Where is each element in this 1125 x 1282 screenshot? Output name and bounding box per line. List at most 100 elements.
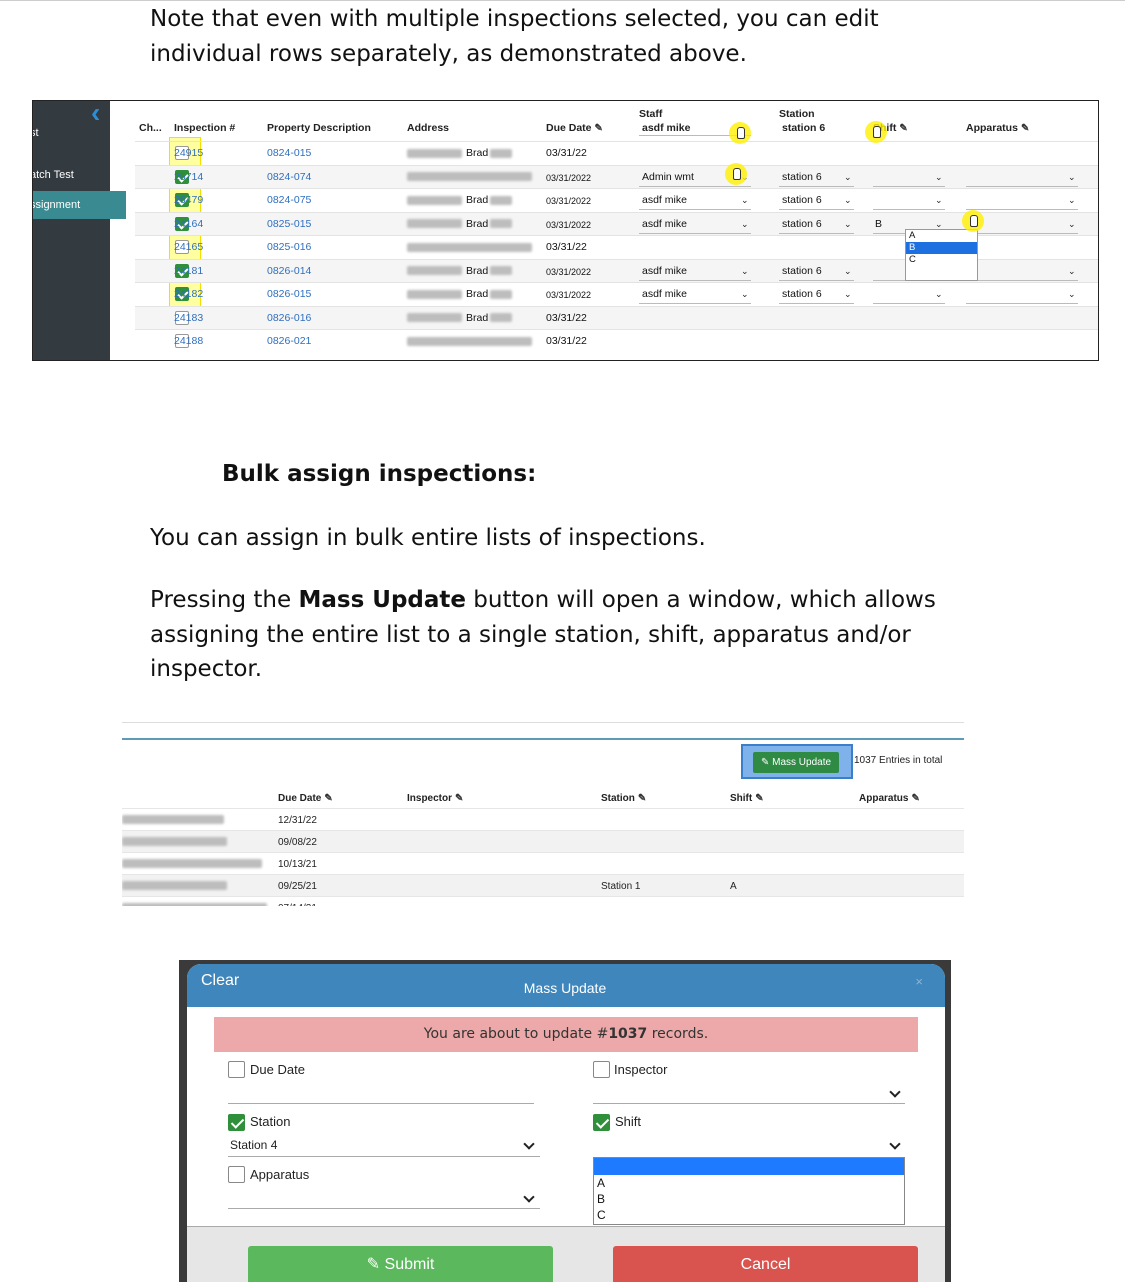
chevron-down-icon[interactable]: ⌄ [1068,266,1076,277]
chevron-down-icon[interactable] [889,1138,901,1150]
apparatus-select[interactable] [966,209,1078,210]
col-header-address[interactable]: Address [407,122,449,134]
station-select-value[interactable]: Station 4 [230,1138,277,1152]
property-description-link[interactable]: 0826-021 [267,335,311,347]
col-header-apparatus[interactable]: Apparatus ✎ [966,122,1029,134]
table-row[interactable]: 25714 0824-074 03/31/2022 Admin wmt ⌄ station… [135,164,1098,188]
property-description-link[interactable]: 0824-074 [267,171,311,183]
station-select[interactable] [779,279,854,281]
apparatus-checkbox[interactable] [228,1166,245,1183]
staff-select[interactable] [639,209,751,210]
property-description-link[interactable]: 0826-014 [267,265,311,277]
station-select-value[interactable]: station 6 [782,265,822,277]
staff-select[interactable] [639,279,751,281]
shift-select[interactable] [873,185,945,187]
chevron-down-icon[interactable]: ⌄ [741,266,749,277]
inspection-number-link[interactable]: 26479 [174,194,203,206]
station-select-value[interactable]: station 6 [782,171,822,183]
shift-select-value[interactable]: B [875,218,882,230]
table-row[interactable]: 24182 0826-015 03/31/2022 Brad asdf mike ⌄ sta… [135,282,1098,305]
table-row[interactable]: 26479 0824-075 03/31/2022 Brad asdf mike ⌄ sta… [135,188,1098,211]
shift-option-b[interactable]: B [906,242,977,254]
shift-select[interactable] [873,303,945,304]
due-date-checkbox[interactable] [228,1061,245,1078]
station-select[interactable] [228,1156,540,1157]
staff-select[interactable] [639,232,751,234]
shift-option-c[interactable]: C [594,1207,904,1223]
station-select[interactable] [779,185,854,187]
chevron-down-icon[interactable]: ⌄ [935,219,943,230]
mass-update-button[interactable]: ✎ Mass Update [753,752,839,773]
staff-select-value[interactable]: asdf mike [642,218,687,230]
station-select[interactable] [779,232,854,234]
apparatus-select[interactable] [966,185,1078,187]
chevron-down-icon[interactable]: ⌄ [741,219,749,230]
due-date-input[interactable] [228,1103,534,1104]
property-description-link[interactable]: 0826-015 [267,288,311,300]
table-row[interactable]: 09/08/22 [122,830,964,852]
chevron-down-icon[interactable]: ⌄ [1068,195,1076,206]
staff-select-value[interactable]: asdf mike [642,194,687,206]
table-row[interactable]: 07/14/21 [122,896,964,906]
station-filter-value[interactable]: station 6 [782,122,825,134]
col-header-check[interactable]: Ch... [139,122,162,134]
inspector-select[interactable] [593,1103,905,1104]
apparatus-select[interactable] [228,1208,540,1209]
station-select[interactable] [779,209,854,210]
chevron-down-icon[interactable] [523,1138,535,1150]
station-select-value[interactable]: station 6 [782,218,822,230]
property-description-link[interactable]: 0824-015 [267,147,311,159]
shift-option-empty[interactable] [594,1158,904,1175]
col-header-due-date[interactable]: Due Date ✎ [278,793,333,804]
shift-option-c[interactable]: C [906,254,977,266]
col-header-due-date[interactable]: Due Date ✎ [546,122,603,134]
staff-select-value[interactable]: asdf mike [642,265,687,277]
col-header-station[interactable]: Station [779,108,815,120]
property-description-link[interactable]: 0826-016 [267,312,311,324]
shift-option-b[interactable]: B [594,1191,904,1207]
col-header-station[interactable]: Station ✎ [601,793,646,804]
chevron-down-icon[interactable]: ⌄ [741,195,749,206]
chevron-down-icon[interactable]: ⌄ [844,289,852,300]
inspection-number-link[interactable]: 25714 [174,171,203,183]
inspection-number-link[interactable]: 24915 [174,147,203,159]
apparatus-select[interactable] [966,303,1078,304]
col-header-property[interactable]: Property Description [267,122,371,134]
chevron-down-icon[interactable]: ⌄ [1068,289,1076,300]
table-row[interactable]: 09/25/21 Station 1 A [122,874,964,896]
station-select[interactable] [779,303,854,304]
table-row[interactable]: 24915 0824-015 03/31/22 Brad [135,141,1098,164]
property-description-link[interactable]: 0824-075 [267,194,311,206]
col-header-inspector[interactable]: Inspector ✎ [407,793,463,804]
inspection-number-link[interactable]: 24165 [174,241,203,253]
apparatus-select[interactable] [966,232,1078,234]
chevron-down-icon[interactable]: ⌄ [844,195,852,206]
shift-option-a[interactable]: A [594,1175,904,1191]
table-row[interactable]: 24188 0826-021 03/31/22 [135,329,1098,352]
shift-checkbox[interactable] [593,1114,610,1131]
col-header-inspection[interactable]: Inspection # [174,122,235,134]
apparatus-select[interactable] [966,279,1078,281]
staff-filter-value[interactable]: asdf mike [642,122,690,134]
cancel-button[interactable]: Cancel [613,1246,918,1282]
shift-select[interactable] [873,209,945,210]
staff-select[interactable] [639,303,751,304]
inspection-number-link[interactable]: 24183 [174,312,203,324]
chevron-down-icon[interactable] [889,1086,901,1098]
chevron-down-icon[interactable]: ⌄ [844,172,852,183]
chevron-down-icon[interactable]: ⌄ [741,289,749,300]
chevron-down-icon[interactable]: ⌄ [935,289,943,300]
submit-button[interactable]: ✎ Submit [248,1246,553,1282]
inspector-checkbox[interactable] [593,1061,610,1078]
inspection-number-link[interactable]: 24181 [174,265,203,277]
staff-select-value[interactable]: Admin wmt [642,171,694,183]
property-description-link[interactable]: 0825-016 [267,241,311,253]
table-row[interactable]: 10/13/21 [122,852,964,874]
sidebar-item-assignment[interactable]: ssignment [33,191,126,219]
staff-select-value[interactable]: asdf mike [642,288,687,300]
inspection-number-link[interactable]: 24182 [174,288,203,300]
inspection-number-link[interactable]: 24188 [174,335,203,347]
chevron-down-icon[interactable]: ⌄ [844,219,852,230]
col-header-apparatus[interactable]: Apparatus ✎ [859,793,920,804]
staff-select[interactable] [639,185,751,187]
